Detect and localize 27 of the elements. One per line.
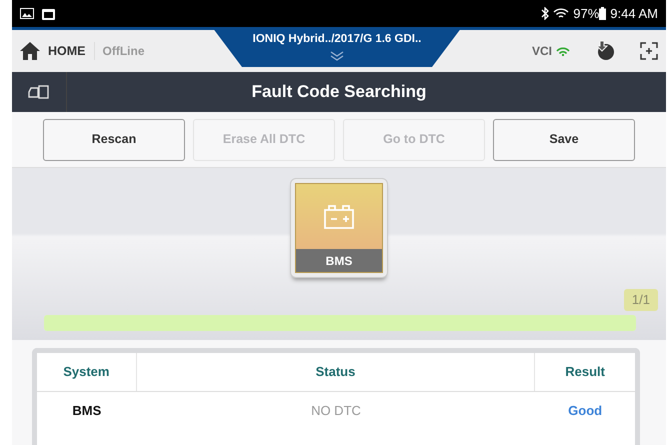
table-cell-text: Good	[567, 402, 604, 420]
action-button[interactable]: Rescan	[43, 118, 185, 160]
bluetooth-icon	[541, 7, 550, 20]
module-tile[interactable]: BMS	[290, 178, 388, 278]
table-cell-text: NO DTC	[310, 402, 362, 420]
clock: 9:44 AM	[610, 4, 658, 23]
chevron-down-icon	[330, 51, 344, 62]
action-button[interactable]: Save	[493, 118, 635, 160]
wifi-icon	[553, 8, 570, 20]
battery-icon	[323, 204, 355, 230]
column-header: Status	[136, 353, 536, 390]
vehicle-tab[interactable]: IONIQ Hybrid../2017/G 1.6 GDI..	[212, 27, 462, 67]
progress-counter: 1/1	[624, 289, 658, 310]
vci-label: VCI	[532, 43, 552, 60]
home-label[interactable]: HOME	[48, 42, 86, 60]
car-document-icon[interactable]	[28, 84, 50, 100]
battery-icon	[599, 7, 606, 20]
table-cell-text: BMS	[71, 402, 102, 420]
signal-icon	[556, 46, 570, 56]
battery-percentage: 97%	[573, 4, 600, 23]
column-header: System	[37, 353, 137, 390]
mode-label: OffLine	[94, 42, 144, 60]
fullscreen-icon[interactable]	[640, 42, 658, 60]
screen-title: Fault Code Searching	[250, 81, 428, 104]
home-icon[interactable]	[20, 42, 40, 60]
image-icon	[20, 8, 34, 19]
column-header: Result	[564, 363, 606, 381]
